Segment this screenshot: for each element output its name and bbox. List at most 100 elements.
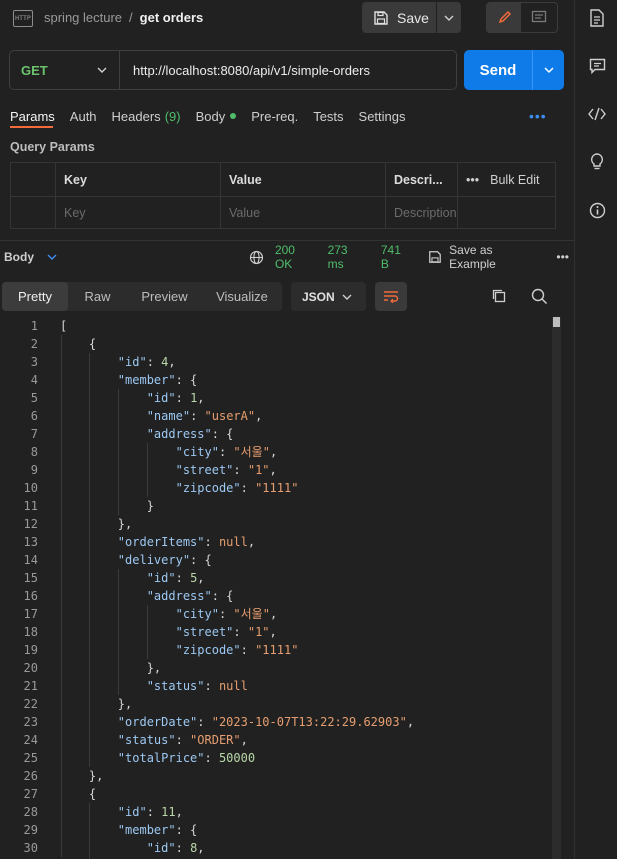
response-more-button[interactable]: ••• — [556, 250, 569, 264]
code-line: 7 "address": { — [0, 425, 560, 443]
code-line: 19 "zipcode": "1111" — [0, 641, 560, 659]
code-text: "delivery": { — [117, 553, 212, 567]
lightbulb-icon[interactable] — [587, 152, 607, 172]
info-icon[interactable] — [587, 200, 607, 220]
code-line: 26 }, — [0, 767, 560, 785]
code-text: "name": "userA", — [146, 409, 263, 423]
response-body-editor[interactable]: 1[2 {3 "id": 4, 4 "member": {5 "id": 1, 6 … — [0, 317, 560, 859]
send-button[interactable]: Send — [464, 50, 564, 90]
globe-icon[interactable] — [249, 250, 264, 265]
pane-divider[interactable] — [0, 240, 574, 241]
response-bar: Body 200 OK 273 ms 741 B Save as Example… — [4, 243, 569, 271]
tab-pretty[interactable]: Pretty — [2, 282, 68, 311]
http-method-select[interactable]: GET — [10, 51, 120, 89]
param-value-input[interactable]: Value — [220, 197, 385, 228]
code-line: 20 }, — [0, 659, 560, 677]
comment-icon — [531, 10, 547, 23]
line-number: 6 — [30, 409, 38, 423]
bulk-edit-label: Bulk Edit — [490, 172, 540, 187]
tab-prerequest[interactable]: Pre-req. — [251, 109, 298, 124]
code-line: 17 "city": "서울", — [0, 605, 560, 623]
wrap-lines-button[interactable] — [375, 282, 407, 311]
tab-visualize[interactable]: Visualize — [202, 282, 282, 311]
tab-raw[interactable]: Raw — [68, 282, 127, 311]
tab-auth[interactable]: Auth — [70, 109, 97, 124]
edit-mode-button[interactable] — [487, 3, 521, 32]
line-number: 26 — [23, 769, 38, 783]
code-text: "status": "ORDER", — [117, 733, 248, 747]
line-number: 18 — [23, 625, 38, 639]
scrollbar-thumb[interactable] — [553, 317, 560, 327]
line-number: 10 — [23, 481, 38, 495]
code-text: [ — [60, 319, 68, 333]
line-number: 2 — [30, 337, 38, 351]
tab-tests[interactable]: Tests — [313, 109, 343, 124]
param-description-input[interactable]: Description — [385, 197, 555, 228]
response-time[interactable]: 273 ms — [328, 243, 367, 271]
search-icon[interactable] — [531, 288, 548, 308]
comments-icon[interactable] — [587, 56, 607, 76]
view-mode-toggle — [486, 2, 558, 33]
code-text: "totalPrice": 50000 — [117, 751, 256, 765]
code-line: 11 } — [0, 497, 560, 515]
line-number: 24 — [23, 733, 38, 747]
line-number: 17 — [23, 607, 38, 621]
save-dropdown-button[interactable] — [437, 2, 461, 33]
code-text: }, — [60, 517, 133, 531]
tab-settings[interactable]: Settings — [359, 109, 406, 124]
save-as-example-button[interactable]: Save as Example — [449, 243, 542, 271]
code-snippet-icon[interactable] — [587, 104, 607, 124]
line-number: 11 — [23, 499, 38, 513]
code-text: "id": 8, — [146, 841, 205, 855]
code-line: 6 "name": "userA", — [0, 407, 560, 425]
send-dropdown-button[interactable] — [533, 66, 564, 74]
right-sidebar — [574, 0, 617, 859]
status-badge[interactable]: 200 OK — [275, 243, 316, 271]
http-method-label: GET — [21, 62, 48, 78]
query-params-title: Query Params — [10, 140, 95, 154]
code-text: }, — [60, 697, 133, 711]
save-button[interactable]: Save — [362, 2, 436, 33]
breadcrumb-collection[interactable]: spring lecture — [44, 10, 122, 25]
column-header-key: Key — [64, 172, 87, 187]
code-text: "orderDate": "2023-10-07T13:22:29.62903"… — [117, 715, 415, 729]
line-number: 14 — [23, 553, 38, 567]
tab-body[interactable]: Body — [196, 109, 237, 124]
documentation-icon[interactable] — [587, 8, 607, 28]
tab-preview[interactable]: Preview — [127, 282, 202, 311]
chevron-down-icon[interactable] — [47, 253, 57, 261]
code-text: } — [60, 499, 154, 513]
tab-params[interactable]: Params — [10, 109, 55, 124]
bulk-edit-button[interactable]: ••• Bulk Edit — [457, 163, 557, 196]
column-options-button[interactable]: ••• — [466, 173, 479, 187]
copy-icon[interactable] — [491, 288, 507, 307]
tab-headers-label: Headers — [111, 108, 161, 124]
active-tab-indicator — [10, 126, 53, 128]
code-line: 30 "id": 8, — [0, 839, 560, 857]
response-size[interactable]: 741 B — [381, 243, 412, 271]
code-text: "street": "1", — [175, 463, 277, 477]
scrollbar[interactable] — [552, 317, 561, 859]
url-input[interactable]: http://localhost:8080/api/v1/simple-orde… — [120, 63, 370, 78]
code-line: 22 }, — [0, 695, 560, 713]
send-label: Send — [479, 61, 517, 79]
wrap-lines-icon — [384, 291, 399, 303]
line-number: 1 — [30, 319, 38, 333]
save-icon — [429, 251, 442, 263]
code-line: 13 "orderItems": null, — [0, 533, 560, 551]
breadcrumb-request-name[interactable]: get orders — [140, 10, 204, 25]
tab-headers[interactable]: Headers (9) — [112, 109, 181, 124]
response-body-label[interactable]: Body — [4, 250, 34, 264]
code-line: 16 "address": { — [0, 587, 560, 605]
param-key-input[interactable]: Key — [55, 197, 220, 228]
more-tabs-button[interactable]: ••• — [529, 108, 547, 124]
line-number: 15 — [23, 571, 38, 585]
pencil-icon — [498, 10, 511, 24]
breadcrumb: spring lecture / get orders — [44, 10, 203, 25]
code-text: }, — [60, 769, 104, 783]
line-number: 5 — [30, 391, 38, 405]
documentation-mode-button[interactable] — [521, 3, 557, 32]
code-line: 3 "id": 4, — [0, 353, 560, 371]
column-header-value: Value — [229, 172, 262, 187]
format-select[interactable]: JSON — [291, 282, 366, 311]
